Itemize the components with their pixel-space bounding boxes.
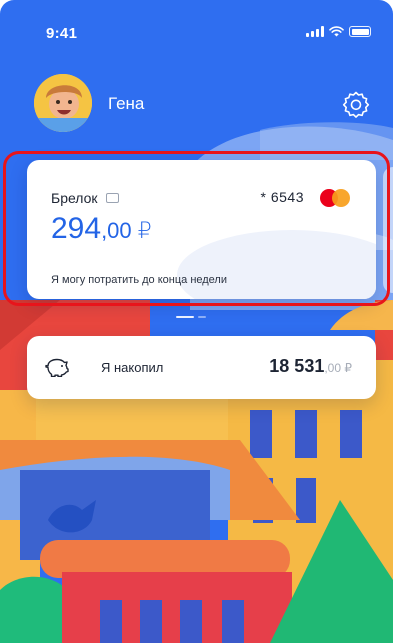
wifi-icon: [329, 26, 344, 37]
battery-icon: [349, 26, 371, 37]
avatar-image: [34, 74, 92, 132]
next-card-peek[interactable]: [383, 167, 393, 293]
piggy-bank-icon: [45, 358, 69, 377]
settings-gear-icon[interactable]: [342, 90, 370, 118]
savings-amount: 18 531,00 ₽: [269, 356, 352, 377]
spending-caption: Я могу потратить до конца недели: [51, 274, 227, 286]
status-icons: [306, 26, 371, 37]
savings-fraction: ,00 ₽: [324, 361, 352, 375]
card-decoration: [177, 230, 376, 299]
savings-integer: 18 531: [269, 356, 325, 376]
status-bar: 9:41: [0, 0, 393, 60]
profile-header: Гена: [0, 72, 393, 132]
signal-icon: [306, 26, 324, 37]
card-page-indicator: [176, 316, 206, 318]
card-number: * 6543: [260, 189, 304, 205]
savings-card[interactable]: Я накопил 18 531,00 ₽: [27, 336, 376, 399]
user-name: Гена: [108, 94, 145, 113]
card-balance[interactable]: Брелок * 6543 294,00 ₽ Я могу потратить …: [27, 160, 376, 299]
mastercard-icon: [320, 189, 352, 207]
app-screen: 9:41 Гена Брелок * 6543 294,00 ₽ Я могу …: [0, 0, 393, 643]
balance-fraction: ,00 ₽: [101, 218, 152, 243]
savings-label: Я накопил: [101, 360, 164, 375]
card-title: Брелок: [51, 190, 98, 206]
avatar[interactable]: [34, 74, 92, 132]
card-balance-amount: 294,00 ₽: [51, 212, 152, 246]
status-time: 9:41: [46, 25, 78, 42]
balance-integer: 294: [51, 212, 102, 245]
card-title-row: Брелок: [51, 190, 119, 206]
card-icon: [105, 193, 119, 203]
